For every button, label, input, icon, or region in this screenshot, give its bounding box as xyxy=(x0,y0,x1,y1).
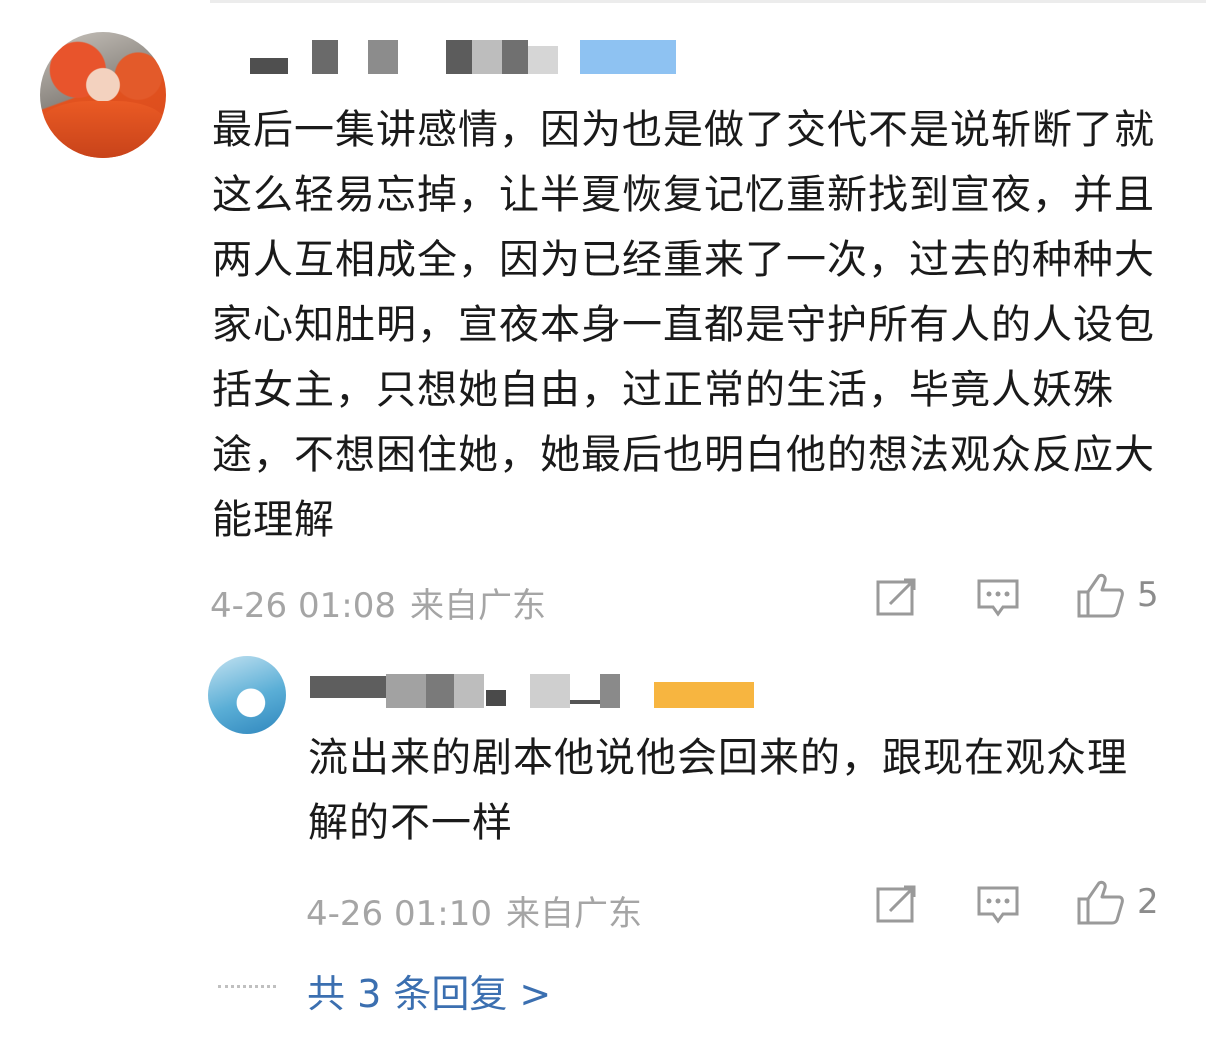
badge xyxy=(580,40,676,74)
reply-username-blurred[interactable] xyxy=(310,674,760,708)
avatar[interactable] xyxy=(40,32,166,158)
like-button[interactable]: 5 xyxy=(1077,572,1159,618)
comment-icon xyxy=(977,579,1019,617)
reply-location: 来自广东 xyxy=(505,894,642,934)
like-count: 2 xyxy=(1137,882,1159,922)
share-button[interactable] xyxy=(876,885,918,923)
reply-text: 流出来的剧本他说他会回来的，跟现在观众理解的不一样 xyxy=(308,735,1128,846)
comment-button[interactable] xyxy=(976,885,1020,925)
badge xyxy=(654,682,754,708)
like-count: 5 xyxy=(1137,575,1159,615)
username-blurred[interactable] xyxy=(250,40,680,74)
like-icon xyxy=(1077,880,1124,925)
more-replies-link[interactable]: 共 3 条回复 > xyxy=(307,963,551,1018)
comment-location: 来自广东 xyxy=(409,586,546,626)
share-button[interactable] xyxy=(876,578,918,616)
share-icon xyxy=(876,885,916,923)
comment-time: 4-26 01:08 xyxy=(210,586,396,626)
like-icon xyxy=(1077,573,1124,618)
dotted-separator xyxy=(218,985,276,988)
comment-button[interactable] xyxy=(976,578,1020,618)
share-icon xyxy=(876,578,916,616)
comment-text: 最后一集讲感情，因为也是做了交代不是说斩断了就这么轻易忘掉，让半夏恢复记忆重新找… xyxy=(212,107,1155,543)
comment-icon xyxy=(977,886,1019,924)
reply-meta: 4-26 01:10 来自广东 xyxy=(306,886,656,935)
reply-time: 4-26 01:10 xyxy=(306,894,492,934)
like-button[interactable]: 2 xyxy=(1077,879,1159,925)
divider xyxy=(210,0,1206,3)
reply-avatar[interactable] xyxy=(208,656,286,734)
comment-meta: 4-26 01:08 来自广东 xyxy=(210,578,560,627)
